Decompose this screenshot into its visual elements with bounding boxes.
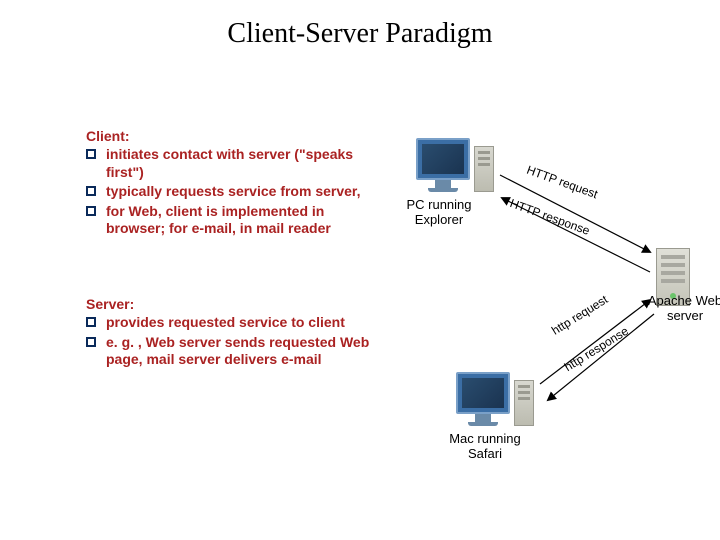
tower-icon	[474, 146, 494, 192]
list-item: provides requested service to client	[86, 314, 386, 332]
stand-icon	[475, 414, 491, 422]
client-bullets: initiates contact with server ("speaks f…	[86, 146, 386, 238]
bullet-icon	[86, 317, 96, 327]
page-title: Client-Server Paradigm	[0, 18, 720, 50]
bullet-text: typically requests service from server,	[106, 183, 360, 201]
http-request-label-1: HTTP request	[525, 163, 600, 202]
bullet-text: for Web, client is implemented in browse…	[106, 203, 386, 238]
stand-icon	[435, 180, 451, 188]
monitor-icon	[456, 372, 510, 414]
monitor-icon	[416, 138, 470, 180]
mac-label: Mac running Safari	[440, 432, 530, 462]
base-icon	[468, 422, 498, 426]
http-request-label-2: http request	[549, 292, 610, 337]
list-item: for Web, client is implemented in browse…	[86, 203, 386, 238]
base-icon	[428, 188, 458, 192]
bullet-text: provides requested service to client	[106, 314, 345, 332]
http-response-label-2: http response	[562, 324, 631, 374]
list-item: initiates contact with server ("speaks f…	[86, 146, 386, 181]
bullet-icon	[86, 186, 96, 196]
bullet-text: e. g. , Web server sends requested Web p…	[106, 334, 386, 369]
list-item: typically requests service from server,	[86, 183, 386, 201]
client-section: Client: initiates contact with server ("…	[86, 128, 386, 240]
client-heading: Client:	[86, 128, 386, 144]
pc-label: PC running Explorer	[399, 198, 479, 228]
server-bullets: provides requested service to client e. …	[86, 314, 386, 369]
mac-computer-icon	[456, 372, 510, 426]
bullet-icon	[86, 337, 96, 347]
bullet-text: initiates contact with server ("speaks f…	[106, 146, 386, 181]
pc-computer-icon	[416, 138, 470, 192]
server-section: Server: provides requested service to cl…	[86, 296, 386, 371]
arrows-svg	[0, 0, 720, 540]
bullet-icon	[86, 206, 96, 216]
tower-icon	[514, 380, 534, 426]
server-label: Apache Web server	[640, 294, 720, 324]
bullet-icon	[86, 149, 96, 159]
list-item: e. g. , Web server sends requested Web p…	[86, 334, 386, 369]
server-heading: Server:	[86, 296, 386, 312]
http-response-label-1: HTTP response	[508, 196, 592, 238]
slide: Client-Server Paradigm Client: initiates…	[0, 0, 720, 540]
